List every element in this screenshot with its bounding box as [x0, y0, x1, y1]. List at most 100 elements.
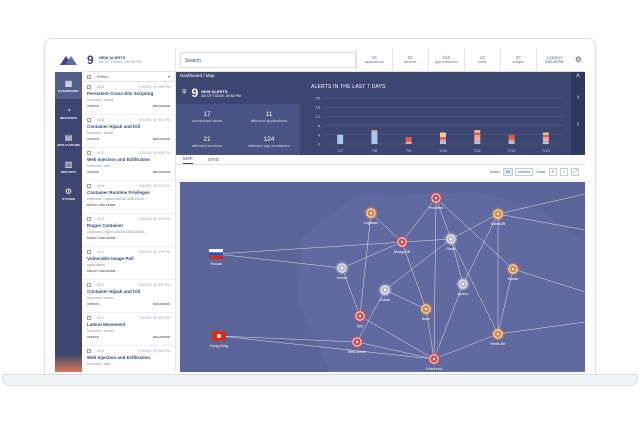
chart-bar-segment[interactable] [508, 134, 515, 140]
alert-checkbox[interactable] [87, 250, 91, 254]
select-all-checkbox[interactable] [87, 74, 91, 79]
alert-checkbox[interactable] [87, 349, 91, 353]
chart-bar-segment[interactable] [474, 132, 481, 135]
chart-bar-segment[interactable] [405, 137, 412, 142]
chart-bar-segment[interactable] [474, 130, 481, 133]
alert-checkbox[interactable] [87, 85, 91, 89]
map-node[interactable]: Redis [444, 232, 458, 252]
search-input[interactable]: Search [180, 51, 356, 68]
map-node[interactable]: Kernel [335, 261, 349, 281]
stat-images[interactable]: 37 images [499, 48, 536, 72]
top-bar: Search 15 applications 21 services 215 app co… [176, 48, 585, 72]
alert-checkbox[interactable] [87, 283, 91, 287]
alert-item[interactable]: #156 7/13/2017 @ 9:51 PM Container Hijack … [82, 115, 175, 148]
alert-title[interactable]: Lateral Movement [87, 322, 170, 329]
settings-gear-icon[interactable]: ⚙ [572, 55, 585, 64]
map-node[interactable]: Queue [456, 277, 470, 297]
node-core [432, 357, 436, 361]
alert-item[interactable]: #126 7/13/2017 @ 9:50 PM Persistent Cross-… [82, 82, 175, 115]
alerts-chart: ALERTS IN THE LAST 7 DAYS 0 4 8 12 16 20 7/7 7/… [305, 82, 569, 155]
chart-bar-segment[interactable] [440, 137, 446, 140]
zoom-out-button[interactable]: − [560, 168, 568, 176]
summary-label: affected applications [250, 117, 288, 123]
alert-date: 7/13/2017 @ 9:51 PM [137, 184, 170, 188]
alert-item[interactable]: #145 7/13/2017 @ 9:50 PM Rogue Container Un… [82, 214, 175, 247]
tab-grid[interactable]: GRID [208, 157, 219, 164]
brand-logo[interactable] [55, 48, 82, 72]
tab-map[interactable]: MAP [183, 156, 193, 164]
breadcrumb-dashboard[interactable]: Dashboard [180, 73, 202, 78]
chevron-up-icon[interactable]: ˄ [571, 73, 585, 80]
stat-label: app containers [434, 60, 458, 64]
chevron-down-icon: ▾ [167, 74, 170, 79]
chart-bar-segment[interactable] [474, 134, 481, 142]
chart-bar-segment[interactable] [440, 132, 446, 138]
alert-checkbox[interactable] [87, 118, 91, 122]
alert-meta: #145 7/13/2017 @ 9:50 PM [87, 215, 170, 223]
node-core [496, 332, 500, 336]
y-tick-label: 12 [316, 114, 321, 119]
chart-bar-segment[interactable] [440, 141, 446, 144]
chart-bar-segment[interactable] [371, 130, 378, 133]
fit-screen-icon[interactable]: ⤢ [571, 168, 579, 176]
chart-bar-segment[interactable] [542, 134, 549, 138]
map-node-label: Cobalt [380, 298, 390, 302]
alert-title[interactable]: Vulnerable Image Pull [87, 256, 170, 263]
alert-item[interactable]: #131 7/13/2017 @ 9:50 PM Vulnerable Image … [82, 247, 175, 280]
chevron-right-icon[interactable]: › [571, 94, 585, 101]
alert-item[interactable]: #134 7/13/2017 @ 9:51 PM Container Runtime… [82, 181, 175, 214]
alert-item[interactable]: #141 7/13/2017 @ 9:50 PM Lateral Movement f… [82, 313, 175, 346]
nav-item-applications[interactable]: ▤ APPLICATIONS [55, 126, 82, 153]
nav-item-dashboard[interactable]: ▦ DASHBOARD [55, 72, 82, 99]
alert-title[interactable]: Web Injection and Exfiltration [87, 355, 170, 362]
alert-checkbox[interactable] [87, 217, 91, 221]
chart-bar-segment[interactable] [542, 132, 549, 135]
alert-item[interactable]: #121 7/13/2017 @ 9:50 PM Container Hijack … [82, 280, 175, 313]
flag-stripe [209, 252, 223, 256]
stat-services[interactable]: 21 services [391, 48, 428, 72]
map-node[interactable]: Russia [209, 249, 223, 266]
stat-app-containers[interactable]: 215 app containers [427, 48, 464, 72]
nav-item-incidents[interactable]: ◔ INCIDENTS [55, 99, 82, 126]
alert-item[interactable]: #102 7/13/2017 @ 9:50 PM Web Injection and… [82, 346, 175, 372]
map-node[interactable]: Hong Kong [210, 331, 228, 348]
alert-title[interactable]: Container Hijack and Kill [87, 124, 170, 131]
chart-bar-segment[interactable] [440, 139, 446, 142]
alert-item[interactable]: #130 7/13/2017 @ 9:52 PM Web Injection and… [82, 148, 175, 181]
chart-bar-segment[interactable] [508, 141, 515, 144]
map-node[interactable]: Frontend [429, 191, 443, 211]
network-graph[interactable]: Russia Hong Kong Logstash Frontend MariaDB Mo… [180, 182, 585, 372]
node-core [449, 237, 453, 241]
nav-item-reports[interactable]: ▥ REPORTS [55, 153, 82, 180]
alert-checkbox[interactable] [87, 316, 91, 320]
stat-applications[interactable]: 15 applications [355, 48, 392, 72]
chart-bar-segment[interactable] [542, 141, 549, 144]
map-node[interactable]: Elastic [506, 262, 520, 282]
chart-bar-segment[interactable] [508, 139, 515, 142]
chart-bar-segment[interactable] [371, 132, 378, 145]
alert-date: 7/13/2017 @ 9:50 PM [137, 349, 170, 353]
nav-item-system[interactable]: ⚙ SYSTEM [55, 180, 82, 207]
filter-all-button[interactable]: All [502, 168, 513, 176]
summary-cell: 21 affected services [176, 129, 238, 154]
chart-bar-segment[interactable] [542, 137, 549, 142]
alert-title[interactable]: Web Injection and Exfiltration [87, 157, 170, 164]
stat-hosts[interactable]: 13 hosts [463, 48, 500, 72]
chart-bar-segment[interactable] [337, 134, 344, 144]
alert-title[interactable]: Container Runtime Privileges [87, 190, 170, 197]
filter-infected-button[interactable]: Infected [514, 168, 534, 176]
map-node[interactable]: Logstash [364, 206, 379, 226]
alert-checkbox[interactable] [87, 151, 91, 155]
alert-checkbox[interactable] [87, 184, 91, 188]
alert-title[interactable]: Persistent Cross-Site Scripting [87, 91, 170, 98]
chart-bar-segment[interactable] [474, 141, 481, 144]
refine-dropdown[interactable]: Refine ▾ [82, 72, 175, 82]
network-map[interactable]: Russia Hong Kong Logstash Frontend MariaDB Mo… [180, 182, 585, 372]
alert-title[interactable]: Rogue Container [87, 223, 170, 230]
map-node[interactable]: Cobalt [378, 283, 392, 303]
chevron-left-icon[interactable]: ‹ [571, 121, 585, 128]
alert-title[interactable]: Container Hijack and Kill [87, 289, 170, 296]
alerts-panel-header: 9 NEW ALERTS AS OF TODAY, 9:52:46 PM [82, 48, 175, 72]
chart-bar-segment[interactable] [405, 141, 412, 144]
zoom-in-button[interactable]: + [549, 168, 557, 176]
